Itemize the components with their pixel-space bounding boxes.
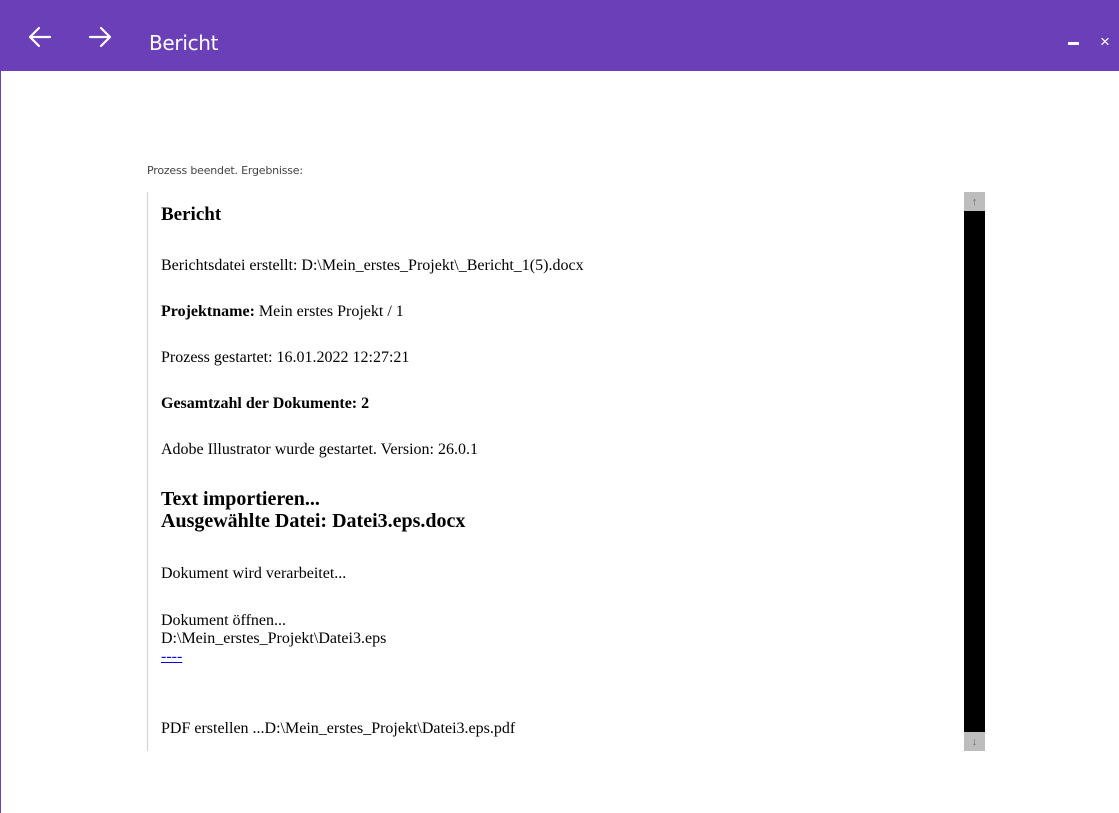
forward-button[interactable] bbox=[85, 22, 115, 52]
process-started-line: Prozess gestartet: 16.01.2022 12:27:21 bbox=[161, 349, 410, 366]
scroll-up-button[interactable]: ↑ bbox=[964, 192, 985, 211]
close-icon: × bbox=[1100, 32, 1110, 51]
minimize-icon bbox=[1068, 42, 1079, 45]
app-window: Bericht × Prozess beendet. Ergebnisse: B… bbox=[0, 0, 1119, 813]
open-document-path: D:\Mein_erstes_Projekt\Datei3.eps bbox=[161, 630, 387, 647]
selected-file-heading: Ausgewählte Datei: Datei3.eps.docx bbox=[161, 510, 466, 532]
back-button[interactable] bbox=[25, 22, 55, 52]
minimize-button[interactable] bbox=[1064, 30, 1084, 54]
report-scrollbar[interactable]: ↑ ↓ bbox=[964, 192, 985, 751]
import-text-heading: Text importieren... bbox=[161, 488, 320, 510]
processing-line: Dokument wird verarbeitet... bbox=[161, 565, 347, 582]
illustrator-started-line: Adobe Illustrator wurde gestartet. Versi… bbox=[161, 441, 478, 458]
project-name-line: Projektname: Mein erstes Projekt / 1 bbox=[161, 303, 404, 321]
arrow-down-icon: ↓ bbox=[971, 735, 978, 748]
report-heading: Bericht bbox=[161, 204, 222, 225]
arrow-up-icon: ↑ bbox=[971, 195, 978, 208]
project-name-value: Mein erstes Projekt / 1 bbox=[254, 303, 404, 320]
status-label: Prozess beendet. Ergebnisse: bbox=[147, 164, 303, 177]
separator-link[interactable]: ---- bbox=[161, 648, 182, 666]
report-view[interactable]: Bericht Berichtsdatei erstellt: D:\Mein_… bbox=[147, 192, 985, 751]
arrow-right-icon bbox=[88, 26, 112, 48]
close-button[interactable]: × bbox=[1095, 30, 1115, 54]
report-file-line: Berichtsdatei erstellt: D:\Mein_erstes_P… bbox=[161, 257, 584, 274]
total-documents-line: Gesamtzahl der Dokumente: 2 bbox=[161, 395, 370, 412]
arrow-left-icon bbox=[28, 26, 52, 48]
title-bar: Bericht × bbox=[1, 0, 1119, 71]
create-pdf-line: PDF erstellen ...D:\Mein_erstes_Projekt\… bbox=[161, 720, 516, 737]
scroll-down-button[interactable]: ↓ bbox=[964, 732, 985, 751]
window-title: Bericht bbox=[149, 31, 219, 55]
open-document-line: Dokument öffnen... bbox=[161, 612, 287, 629]
project-name-label: Projektname: bbox=[161, 303, 255, 320]
